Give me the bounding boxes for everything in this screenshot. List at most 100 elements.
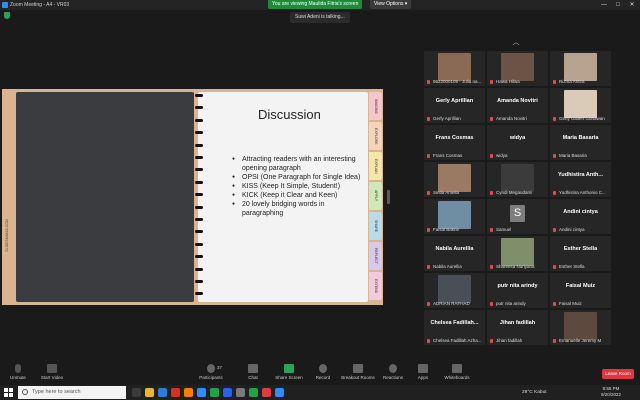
taskbar-app-icon[interactable]	[223, 388, 232, 397]
notebook-ring	[195, 168, 203, 172]
search-icon	[22, 389, 28, 395]
participant-tile[interactable]: Frans Cosmas Frans Cosmas	[424, 125, 485, 160]
taskbar-app-icon[interactable]	[132, 388, 141, 397]
participant-tile[interactable]: Gerly Gilbert Gunawan	[550, 88, 611, 123]
notebook-rings	[195, 94, 205, 300]
muted-mic-icon	[553, 154, 556, 158]
gallery-scroll-up-button[interactable]: ︿	[508, 37, 524, 47]
windows-start-icon[interactable]	[4, 388, 13, 397]
slide-tab-explore: EXPLORE	[369, 122, 382, 150]
participant-name-label: Gerly Gilbert Gunawan	[559, 116, 605, 121]
participant-video	[438, 201, 471, 229]
participant-tile[interactable]: Rizma Antira	[550, 51, 611, 86]
minimize-button[interactable]: —	[598, 0, 610, 10]
participant-tile[interactable]: Gerly Aprillian Gerly Aprillian	[424, 88, 485, 123]
taskbar-app-icon[interactable]	[184, 388, 193, 397]
participant-tile[interactable]: Shareesa Nuriyana	[487, 236, 548, 271]
muted-mic-icon	[427, 228, 430, 232]
taskbar-app-icon[interactable]	[158, 388, 167, 397]
taskbar-app-icon[interactable]	[249, 388, 258, 397]
close-button[interactable]: ✕	[626, 0, 638, 10]
participant-display-name: Nabila Aurellia	[435, 246, 474, 252]
chat-icon	[248, 364, 258, 373]
participant-tile[interactable]: ADRIAN RAFHAD	[424, 273, 485, 308]
participants-label: Participants	[199, 375, 223, 380]
participant-tile[interactable]: Sintia Amelia	[424, 162, 485, 197]
participant-tile[interactable]: Cyndi Megaudami	[487, 162, 548, 197]
muted-mic-icon	[490, 339, 493, 343]
muted-mic-icon	[427, 191, 430, 195]
window-title: Zoom Meeting - A4 - VR03	[10, 2, 70, 8]
participant-tile[interactable]: Faisal Muiz Faisal Muiz	[550, 273, 611, 308]
participant-display-name: Jihan fadillah	[499, 320, 536, 326]
participant-display-name: widya	[509, 135, 526, 141]
taskbar-app-icon[interactable]	[145, 388, 154, 397]
muted-mic-icon	[427, 265, 430, 269]
muted-mic-icon	[490, 265, 493, 269]
taskbar-app-icon[interactable]	[197, 388, 206, 397]
participant-display-name: putr nita arindy	[497, 283, 538, 289]
security-shield-icon[interactable]	[4, 12, 10, 19]
taskbar-app-icon[interactable]	[236, 388, 245, 397]
slide-tab-imagine: IMAGINE	[369, 92, 382, 120]
participant-tile[interactable]: Chelsea Fadillah... Chelsea Fadillah Azha…	[424, 310, 485, 345]
muted-mic-icon	[490, 228, 493, 232]
participant-tile[interactable]: Nabila Aurellia Nabila Aurellia	[424, 236, 485, 271]
participant-tile[interactable]: Faisal Bakrie	[424, 199, 485, 234]
participant-tile[interactable]: Emanuelle Jeremy M	[550, 310, 611, 345]
participant-count: 37	[217, 365, 223, 370]
participant-name-label: Frans Cosmas	[433, 153, 463, 158]
slide-tab-apply: APPLY	[369, 182, 382, 210]
leave-room-button[interactable]: Leave Room	[602, 369, 634, 379]
breakout-rooms-icon	[353, 364, 363, 373]
notebook-ring	[195, 193, 203, 197]
slide-watermark: SLIDESMANIA.COM	[5, 219, 9, 252]
windows-taskbar: Type here to search 29°C Kabut 8:55 PM 9…	[0, 385, 640, 400]
weather-widget[interactable]: 29°C Kabut	[522, 385, 547, 400]
participant-video	[438, 275, 471, 303]
taskbar-app-icon[interactable]	[262, 388, 271, 397]
shared-screen: SLIDESMANIA.COM Discussion Attracting re…	[2, 89, 383, 305]
start-video-label: Start Video	[40, 375, 64, 380]
taskbar-app-icon[interactable]	[210, 388, 219, 397]
participant-tile[interactable]: putr nita arindy putr nita arindy	[487, 273, 548, 308]
participant-tile[interactable]: Yudhistira Anth... Yudhistira Anthonio C.…	[550, 162, 611, 197]
taskbar-clock[interactable]: 8:55 PM 9/20/2022	[596, 386, 626, 398]
participant-tile[interactable]: Hawa Hilwa	[487, 51, 548, 86]
participant-name-label: Nabila Aurellia	[433, 264, 462, 269]
participant-video	[564, 53, 597, 81]
participant-tile[interactable]: Andini cintya Andini cintya	[550, 199, 611, 234]
taskbar-app-icon[interactable]	[171, 388, 180, 397]
participant-display-name: Chelsea Fadillah...	[430, 320, 479, 326]
view-options-button[interactable]: View Options ▾	[370, 0, 412, 9]
participant-name-label: Maria Basaria	[559, 153, 587, 158]
participant-video	[564, 312, 597, 340]
participant-name-label: putr nita arindy	[496, 301, 526, 306]
participant-name-label: ADRIAN RAFHAD	[433, 301, 470, 306]
participant-tile[interactable]: Jihan fadillah Jihan fadillah	[487, 310, 548, 345]
participant-tile[interactable]: S Samuel	[487, 199, 548, 234]
participant-name-label: Emanuelle Jeremy M	[559, 338, 602, 343]
participant-tile[interactable]: Amanda Novitri Amanda Novitri	[487, 88, 548, 123]
muted-mic-icon	[490, 154, 493, 158]
participants-button[interactable]: Participants	[187, 364, 235, 380]
participant-name-label: Esther Stella	[559, 264, 585, 269]
slide-bullet: KISS (Keep It Simple, Student!)	[232, 182, 364, 191]
participant-tile[interactable]: Maria Basaria Maria Basaria	[550, 125, 611, 160]
participant-name-label: Shareesa Nuriyana	[496, 264, 535, 269]
participant-tile[interactable]: 9522000109 - Julia na...	[424, 51, 485, 86]
muted-mic-icon	[490, 117, 493, 121]
whiteboards-button[interactable]: Whiteboards	[433, 364, 481, 380]
participant-tile[interactable]: widya widya	[487, 125, 548, 160]
slide-bullet: 20 lovely bridging words in paragraphing	[232, 200, 364, 218]
muted-mic-icon	[553, 191, 556, 195]
slide-bullet: OPSI (One Paragraph for Single Idea)	[232, 173, 364, 182]
participant-tile[interactable]: Esther Stella Esther Stella	[550, 236, 611, 271]
participant-video	[438, 53, 471, 81]
start-video-button[interactable]: Start Video	[28, 364, 76, 380]
taskbar-search-box[interactable]: Type here to search	[18, 386, 126, 399]
participant-name-label: Samuel	[496, 227, 512, 232]
split-view-handle[interactable]	[387, 190, 390, 204]
maximize-button[interactable]: □	[612, 0, 624, 10]
taskbar-app-icon[interactable]	[275, 388, 284, 397]
